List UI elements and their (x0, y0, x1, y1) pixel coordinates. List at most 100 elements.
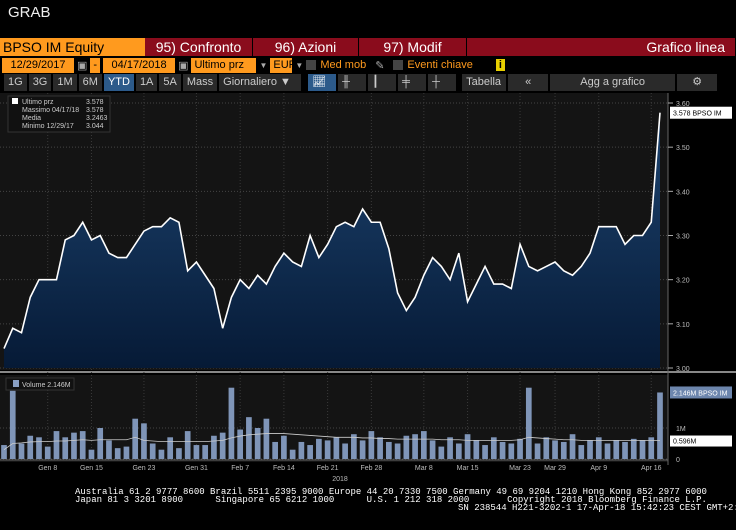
x-tick-label: Feb 21 (317, 465, 339, 472)
volume-bar (211, 435, 217, 459)
volume-bar (1, 445, 7, 459)
period-6m[interactable]: 6M (78, 74, 102, 91)
volume-bar (630, 438, 637, 459)
calendar-icon[interactable]: ▣ (178, 59, 188, 72)
volume-legend-swatch (13, 380, 19, 387)
volume-bar (123, 446, 130, 459)
volume-bar (246, 417, 252, 459)
legend-value: 3.578 (86, 99, 104, 106)
legend-label: Massimo 04/17/18 (22, 107, 79, 114)
settings-icon[interactable]: ⚙ (677, 74, 718, 91)
tab-modif[interactable]: 97) Modif (359, 38, 467, 56)
end-date-input[interactable]: 04/17/2018 (103, 57, 176, 73)
volume-bar (420, 431, 427, 459)
security-field[interactable]: BPSO IM Equity (0, 38, 145, 56)
period-mass[interactable]: Mass (182, 74, 218, 91)
volume-bar (499, 441, 506, 459)
volume-bar (377, 437, 383, 459)
volume-bar (342, 443, 348, 459)
tab-azioni[interactable]: 96) Azioni (253, 38, 359, 56)
field-select[interactable]: Ultimo prz (191, 57, 257, 73)
volume-bar (254, 428, 261, 459)
line-chart-icon[interactable]: 📈︎ (308, 74, 337, 91)
bar-chart-icon[interactable]: ┃ (368, 74, 397, 91)
volume-bar (578, 445, 585, 459)
volume-bar (149, 443, 156, 459)
volume-bar (193, 445, 200, 459)
currency-select[interactable]: EUR (270, 57, 297, 73)
table-button[interactable]: Tabella (462, 74, 507, 91)
y-tick-label: 3.30 (676, 234, 690, 241)
controls-bar: 12/29/2017 ▣ - 04/17/2018 ▣ Ultimo prz ▼… (2, 57, 505, 73)
legend-label: Ultimo prz (22, 99, 54, 106)
volume-bar (657, 392, 663, 459)
x-tick-label: Mar 23 (509, 465, 531, 472)
volume-bar (351, 434, 357, 459)
period-5a[interactable]: 5A (159, 74, 181, 91)
period-3g[interactable]: 3G (28, 74, 52, 91)
volume-bar (141, 423, 147, 459)
avg-volume-label: 0.596M (673, 439, 697, 446)
x-tick-label: Mar 8 (415, 465, 433, 472)
last-volume-label: 2.146M BPSO IM (673, 390, 728, 397)
volume-bar (386, 441, 392, 459)
volume-bar (613, 440, 620, 459)
volume-bar (324, 440, 331, 459)
volume-bar (604, 443, 611, 459)
legend-value: 3.044 (86, 123, 104, 130)
volume-bar (132, 418, 139, 459)
volume-bar (106, 440, 112, 459)
period-1a[interactable]: 1A (135, 74, 158, 91)
volume-tick-label: 1M (676, 426, 686, 433)
volume-bar (167, 437, 174, 459)
chevron-down-icon[interactable]: ▼ (295, 61, 303, 70)
price-volume-chart[interactable]: 3.603.503.403.303.203.103.00Gen 8 Gen 15 G… (0, 93, 736, 483)
x-tick-label: Mar 29 (544, 465, 566, 472)
volume-bar (307, 445, 313, 459)
candlestick-icon[interactable]: ╫ (338, 74, 367, 91)
x-year-label: 2018 (332, 476, 348, 483)
volume-bar (176, 448, 182, 459)
tab-confronto[interactable]: 95) Confronto (145, 38, 253, 56)
chevron-down-icon[interactable]: ▼ (259, 61, 267, 70)
volume-bar (587, 440, 593, 459)
hlc-icon[interactable]: ┼ (428, 74, 457, 91)
volume-bar (237, 429, 244, 459)
volume-legend-label: Volume 2.146M (22, 382, 71, 389)
calendar-icon[interactable]: ▣ (77, 59, 87, 72)
toolbar: 1G 3G 1M 6M YTD 1A 5A Mass Giornaliero ▼… (4, 74, 718, 92)
y-tick-label: 3.00 (676, 366, 690, 373)
volume-bar (272, 441, 278, 459)
volume-bar (263, 418, 270, 459)
volume-bar (517, 438, 523, 459)
legend-label: Media (22, 115, 41, 122)
frequency-select[interactable]: Giornaliero ▼ (219, 74, 302, 91)
key-events-label: Eventi chiave (407, 59, 473, 71)
volume-bar (71, 432, 77, 459)
key-events-checkbox[interactable]: Eventi chiave (393, 59, 473, 71)
period-1g[interactable]: 1G (4, 74, 27, 91)
volume-bar (464, 434, 471, 459)
footer-line-3: SN 238544 H221-3202-1 17-Apr-18 15:42:23… (458, 503, 736, 513)
add-to-chart-button[interactable]: Agg a grafico (550, 74, 676, 91)
y-tick-label: 3.20 (676, 278, 690, 285)
legend-label: Minimo 12/29/17 (22, 123, 74, 130)
info-icon[interactable]: i (495, 59, 505, 71)
period-ytd[interactable]: YTD (103, 74, 134, 91)
collapse-button[interactable]: « (508, 74, 549, 91)
volume-bar (429, 440, 436, 459)
volume-bar (508, 443, 515, 459)
volume-bar (53, 431, 60, 459)
volume-bar (534, 443, 541, 459)
period-1m[interactable]: 1M (53, 74, 77, 91)
date-separator: - (90, 57, 101, 73)
volume-bar (281, 435, 287, 459)
moving-avg-checkbox[interactable]: Med mob (306, 59, 366, 71)
pencil-icon[interactable]: ✎ (375, 59, 384, 72)
volume-bar (560, 441, 567, 459)
start-date-input[interactable]: 12/29/2017 (2, 57, 74, 73)
ohlc-icon[interactable]: ╪ (398, 74, 427, 91)
volume-bar (97, 428, 104, 459)
x-tick-label: Gen 15 (80, 465, 103, 472)
volume-bar (368, 431, 375, 459)
